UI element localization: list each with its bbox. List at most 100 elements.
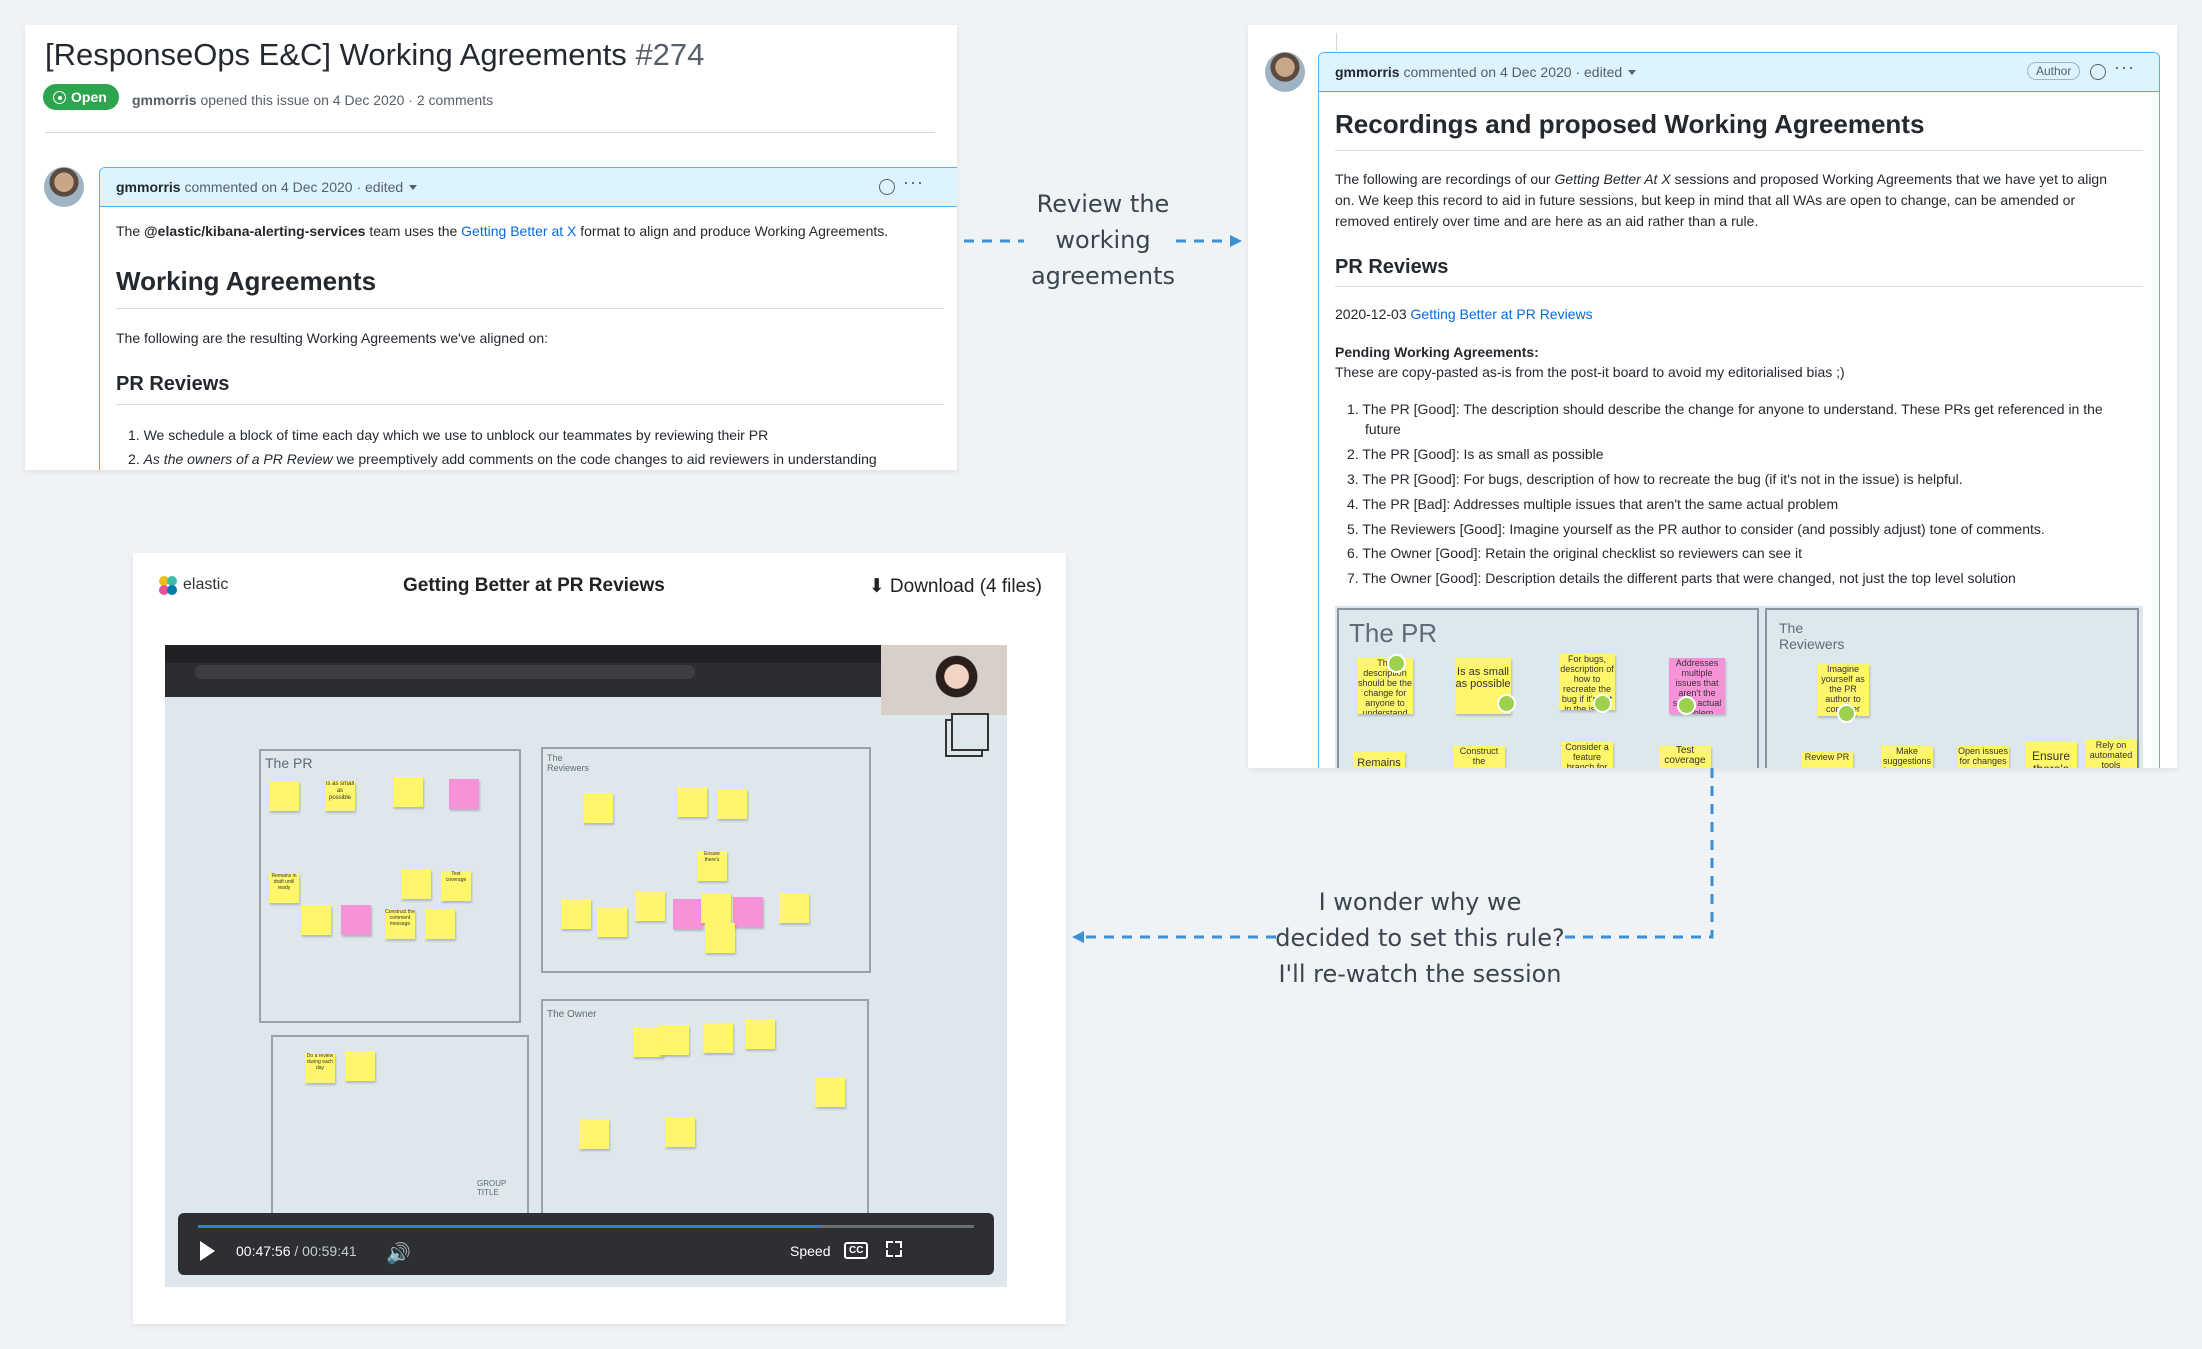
video-title: Getting Better at PR Reviews (403, 575, 665, 596)
comment-header-text: gmmorris commented on 4 Dec 2020 · edite… (116, 179, 418, 195)
issue-meta: gmmorris opened this issue on 4 Dec 2020… (132, 92, 493, 108)
agreement-item-2-text: we preemptively add comments on the code… (332, 451, 877, 467)
sticky-note (703, 1023, 733, 1053)
sticky-note: Construct the comment message (1453, 746, 1505, 768)
time-display: 00:47:56 / 00:59:41 (236, 1243, 357, 1259)
comment-header: gmmorris commented on 4 Dec 2020 · edite… (100, 168, 957, 207)
section-divider (1335, 286, 2143, 287)
sticky-note (745, 1019, 775, 1049)
divider (45, 132, 935, 133)
thumbs-up-icon (1387, 654, 1406, 673)
pending-item-3: 3. The PR [Good]: For bugs, description … (1347, 471, 1963, 487)
kebab-menu-icon[interactable]: ··· (903, 172, 924, 193)
sticky-note (345, 1051, 375, 1081)
pending-item-6: 6. The Owner [Good]: Retain the original… (1347, 545, 1802, 561)
fullscreen-icon[interactable] (886, 1241, 902, 1257)
author-badge: Author (2027, 62, 2081, 80)
smiley-icon[interactable] (879, 179, 895, 195)
avatar[interactable] (1265, 52, 1305, 92)
video-controls: 00:47:56 / 00:59:41 🔊 Speed CC (178, 1213, 994, 1275)
recording-link[interactable]: Getting Better at PR Reviews (1411, 306, 1593, 322)
comment-author-link[interactable]: gmmorris (116, 179, 181, 195)
intro-post: sessions and proposed Working Agreements… (1670, 171, 2108, 187)
issue-author-link[interactable]: gmmorris (132, 92, 197, 108)
thumbs-up-icon (1677, 696, 1696, 715)
comment-box: gmmorris commented on 4 Dec 2020 · edite… (1318, 52, 2160, 768)
issue-meta-text: opened this issue on 4 Dec 2020 · 2 comm… (196, 92, 494, 108)
sticky-note (677, 787, 707, 817)
sticky-note (579, 1119, 609, 1149)
pr-reviews-heading: PR Reviews (1335, 256, 1449, 278)
pending-sub: These are copy-pasted as-is from the pos… (1335, 364, 1845, 380)
comment-header-text: gmmorris commented on 4 Dec 2020 · edite… (1335, 64, 1637, 80)
thumbs-up-icon (1837, 704, 1856, 723)
intro-line-2: on. We keep this record to aid in future… (1335, 192, 2076, 208)
pip-icon[interactable] (951, 713, 989, 751)
elastic-brand: elastic (183, 576, 229, 593)
team-mention[interactable]: @elastic/kibana-alerting-services (144, 223, 365, 239)
pending-item-4-text: The PR [Bad]: Addresses multiple issues … (1362, 496, 1839, 512)
working-agreements-heading: Working Agreements (116, 266, 377, 296)
owner-group-label: The Owner (547, 1009, 597, 1020)
intro-mid: team uses the (365, 223, 462, 239)
intro-em: Getting Better At X (1554, 171, 1671, 187)
sticky-note (733, 897, 763, 927)
sticky-note (779, 893, 809, 923)
speed-button[interactable]: Speed (790, 1243, 830, 1259)
review-annotation: Review the working agreements (1030, 186, 1176, 294)
comment-meta: commented on 4 Dec 2020 · edited (1399, 64, 1623, 80)
pending-item-5: 5. The Reviewers [Good]: Imagine yoursel… (1347, 521, 2045, 537)
reviewers-group-label: The Reviewers (1779, 620, 1845, 652)
issue-title: [ResponseOps E&C] Working Agreements #27… (45, 37, 704, 73)
kebab-menu-icon[interactable]: ··· (2114, 57, 2135, 78)
agreement-item-2: 2. As the owners of a PR Review we preem… (128, 451, 877, 467)
recording-date-line: 2020-12-03 Getting Better at PR Reviews (1335, 306, 1593, 322)
intro-post: format to align and produce Working Agre… (576, 223, 889, 239)
pending-item-3-text: The PR [Good]: For bugs, description of … (1362, 471, 1963, 487)
sticky-note: Remains (1353, 752, 1405, 768)
sticky-note (717, 789, 747, 819)
sticky-note: Construct the comment message (385, 909, 415, 939)
getting-better-link[interactable]: Getting Better at X (461, 223, 576, 239)
download-button[interactable]: ⬇ Download (4 files) (869, 575, 1042, 598)
sticky-note: Ensure there's (697, 851, 727, 881)
heading-divider (116, 308, 944, 309)
comment-author-link[interactable]: gmmorris (1335, 64, 1400, 80)
play-icon[interactable] (200, 1241, 215, 1261)
wonder-line-3: I'll re-watch the session (1278, 960, 1562, 988)
chevron-down-icon[interactable] (409, 185, 418, 190)
status-badge: Open (43, 84, 119, 110)
intro-pre: The (116, 223, 145, 239)
wonder-line-2: decided to set this rule? (1275, 924, 1565, 952)
agreement-item-2-em: As the owners of a PR Review (143, 451, 333, 467)
comment-intro: The @elastic/kibana-alerting-services te… (116, 223, 888, 239)
pending-item-1-text: The PR [Good]: The description should de… (1362, 401, 2103, 417)
reviewers-group-label: The Reviewers (547, 753, 590, 773)
smiley-icon[interactable] (2090, 64, 2106, 80)
comment-header: gmmorris commented on 4 Dec 2020 · edite… (1319, 53, 2159, 92)
comment-box: gmmorris commented on 4 Dec 2020 · edite… (99, 167, 957, 470)
sticky-note (341, 905, 371, 935)
sticky-note (301, 905, 331, 935)
pending-item-7: 7. The Owner [Good]: Description details… (1347, 570, 2016, 586)
intro-pre: The following are recordings of our (1335, 171, 1555, 187)
sticky-note: Rely on automated tools (2085, 740, 2137, 768)
progress-fill (198, 1225, 819, 1228)
sticky-note (635, 891, 665, 921)
video-player[interactable]: The PR The Reviewers The Owner GROUP TIT… (165, 645, 1007, 1287)
time-separator: / (290, 1243, 303, 1259)
wonder-annotation: I wonder why we decided to set this rule… (1270, 884, 1570, 992)
heading-divider (1335, 150, 2143, 151)
time-total: 00:59:41 (302, 1243, 357, 1259)
captions-button[interactable]: CC (844, 1242, 869, 1259)
avatar[interactable] (44, 167, 84, 207)
volume-icon[interactable]: 🔊 (386, 1241, 411, 1266)
progress-bar[interactable] (198, 1225, 974, 1228)
chevron-down-icon[interactable] (1628, 70, 1637, 75)
pending-item-1-cont: future (1365, 421, 1401, 437)
intro-line-3: removed entirely over time and are here … (1335, 213, 1759, 229)
pending-item-2-text: The PR [Good]: Is as small as possible (1362, 446, 1604, 462)
sticky-note (269, 781, 299, 811)
sticky-note (673, 899, 703, 929)
pr-group-label: The PR (265, 755, 313, 771)
